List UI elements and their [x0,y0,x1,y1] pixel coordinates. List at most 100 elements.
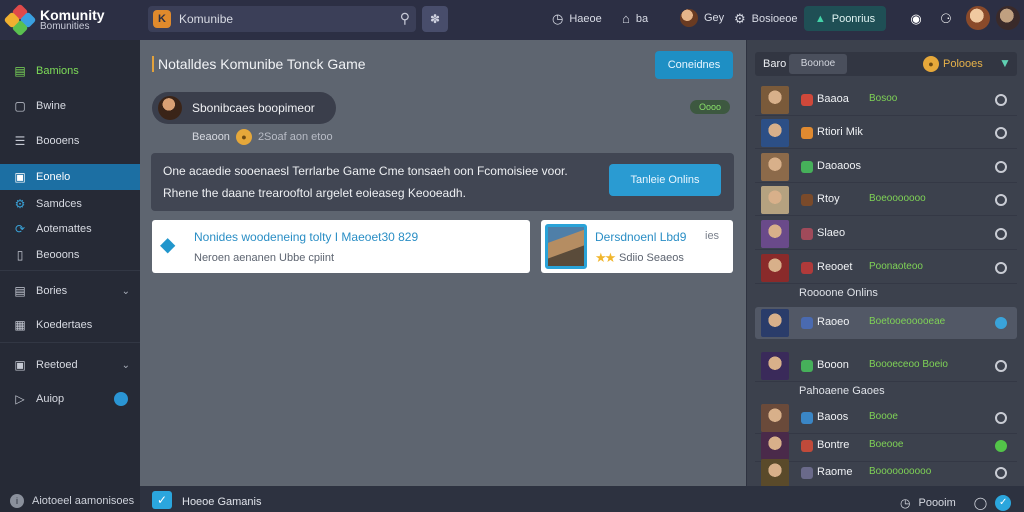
nav-profile[interactable]: Gey [680,9,724,27]
checkbox[interactable]: ✓ [152,491,172,509]
logo-subtitle: Bomunities [40,21,90,32]
sidebar-item-bories[interactable]: ▤ Bories ⌄ [0,278,140,304]
status-radio[interactable] [995,94,1007,106]
star-icon: ★★ [595,250,616,265]
record-icon[interactable]: ◉ [906,9,926,29]
game-thumbnail [545,224,587,269]
friend-row[interactable]: Booon Boooeceoo Boeio [755,350,1017,382]
chevron-down-icon[interactable]: ⌄ [122,360,130,371]
notification-badge [114,392,128,406]
friends-header-right[interactable]: Polooes [943,58,983,70]
sidebar-item-eonelo[interactable]: ▣ Eonelo [0,164,140,190]
nav-settings[interactable]: ⚙ Bosioeoe [734,11,798,27]
status-radio[interactable] [995,440,1007,452]
friends-tab[interactable]: Boonoe [789,54,847,74]
friend-name: Baoos [817,411,849,423]
sidebar-item-beooons[interactable]: ▯ Beooons [0,242,140,268]
book-icon: ◆ [160,234,176,256]
bottom-status[interactable]: ◷ Poooim ◯ ✓ [900,495,1012,511]
sidebar-item-bwine[interactable]: ▢ Bwine [0,93,140,119]
app-logo[interactable]: Komunity Bomunities [3,3,138,37]
sidebar-divider [0,342,140,343]
friends-header-label: Baro [763,58,787,70]
sidebar-item-koedertaes[interactable]: ▦ Koedertaes [0,312,140,338]
chevron-down-icon[interactable]: ⌄ [122,286,130,297]
search-input[interactable]: Komunibe [179,12,233,26]
friend-name: Raome [817,466,853,478]
card-title: Dersdnoenl Lbd9 [595,230,687,244]
sidebar-footer-label: Aiotoeel aamonisoes [32,495,135,507]
sidebar-footer[interactable]: i Aiotoeel aamonisoes [10,494,134,508]
pin-icon[interactable]: ▼ [999,56,1011,70]
sidebar-item-auiop[interactable]: ▷ Auiop [0,386,140,412]
status-radio[interactable] [995,262,1007,274]
app-badge-icon: K [153,10,171,28]
friends-icon[interactable]: ⚆ [936,9,956,29]
bottom-label: Hoeoe Gamanis [182,496,262,508]
logo-title: Komunity [40,7,105,23]
friend-name: Rtoy [817,193,840,205]
status-radio[interactable] [995,412,1007,424]
coin-icon: ● [923,56,939,72]
nav-home-label: Haeoe [569,13,602,25]
sidebar-item-aotemattes[interactable]: ⟳ Aotemattes [0,216,140,242]
user-avatar[interactable] [966,6,990,30]
status-radio[interactable] [995,360,1007,372]
card-title: Nonides woodeneing tolty I Maeoet30 829 [194,230,419,244]
friend-row[interactable]: Daoaoos [755,151,1017,183]
sidebar-divider [0,270,140,271]
game-icon [801,161,813,173]
news-card[interactable]: ◆ Nonides woodeneing tolty I Maeoet30 82… [152,220,530,273]
check-icon[interactable]: ✓ [995,495,1012,511]
secondary-avatar[interactable] [996,6,1020,30]
nav-home[interactable]: ◷ Haeoe [552,11,602,27]
nav-settings-label: Bosioeoe [751,13,798,25]
friend-row[interactable]: Rtoy Boeooooooo [755,184,1017,216]
coin-icon: ● [235,129,252,145]
status-radio[interactable] [995,127,1007,139]
friend-row[interactable]: Raoeo Boetooeooooeae [755,307,1017,339]
sidebar-item-samdces[interactable]: ⚙ Samdces [0,191,140,217]
friend-row[interactable]: Reooet Poonaoteoo [755,252,1017,284]
premium-button[interactable]: ▲ Poonrius [804,6,886,31]
main-content: Notalldes Komunibe Tonck Game Coneidnes … [140,40,745,484]
game-icon [801,360,813,372]
friend-name: Daoaoos [817,160,862,172]
avatar [761,432,789,460]
sidebar-item-boooens[interactable]: ☰ Boooens [0,128,140,154]
friend-game: Bosoo [869,93,898,104]
filter-button[interactable]: ✽ [422,6,448,32]
avatar [158,96,182,120]
refresh-icon: ⟳ [14,222,26,236]
primary-button[interactable]: Coneidnes [655,51,733,79]
game-card[interactable]: Dersdnoenl Lbd9 ies ★★ Sdiio Seaeos [541,220,733,273]
status-radio[interactable] [995,161,1007,173]
avatar [761,220,789,248]
sidebar-item-label: Bamions [36,65,79,77]
friend-row[interactable]: Baaoa Bosoo [755,84,1017,116]
friend-row[interactable]: Raome Boooooooooo [755,457,1017,489]
friend-row[interactable]: Rtiori Mik [755,117,1017,149]
status-radio[interactable] [995,467,1007,479]
game-icon [801,440,813,452]
search-bar[interactable]: K Komunibe ⚲ [148,6,416,32]
avatar [761,309,789,337]
nav-store[interactable]: ⌂ ba [622,11,648,26]
sidebar-item-label: Reetoed [36,359,78,371]
friend-game: Boooeceoo Boeio [869,359,948,370]
friend-name: Slaeo [817,227,846,239]
sidebar-item-label: Beooons [36,249,80,261]
sidebar-item-reetoed[interactable]: ▣ Reetoed ⌄ [0,352,140,378]
avatar [761,404,789,432]
user-pill[interactable]: Sbonibcaes boopimeor [152,92,336,124]
friend-row[interactable]: Slaeo [755,218,1017,250]
nav-store-label: ba [635,12,649,25]
status-radio[interactable] [995,194,1007,206]
status-radio[interactable] [995,228,1007,240]
banner-button[interactable]: Tanleie Onlins [609,164,721,196]
status-radio[interactable] [995,317,1007,329]
profile-avatar [680,9,698,27]
sidebar-item-bamions[interactable]: ▤ Bamions [0,58,140,84]
clock-icon: ◷ [900,496,911,510]
search-icon[interactable]: ⚲ [400,10,410,27]
